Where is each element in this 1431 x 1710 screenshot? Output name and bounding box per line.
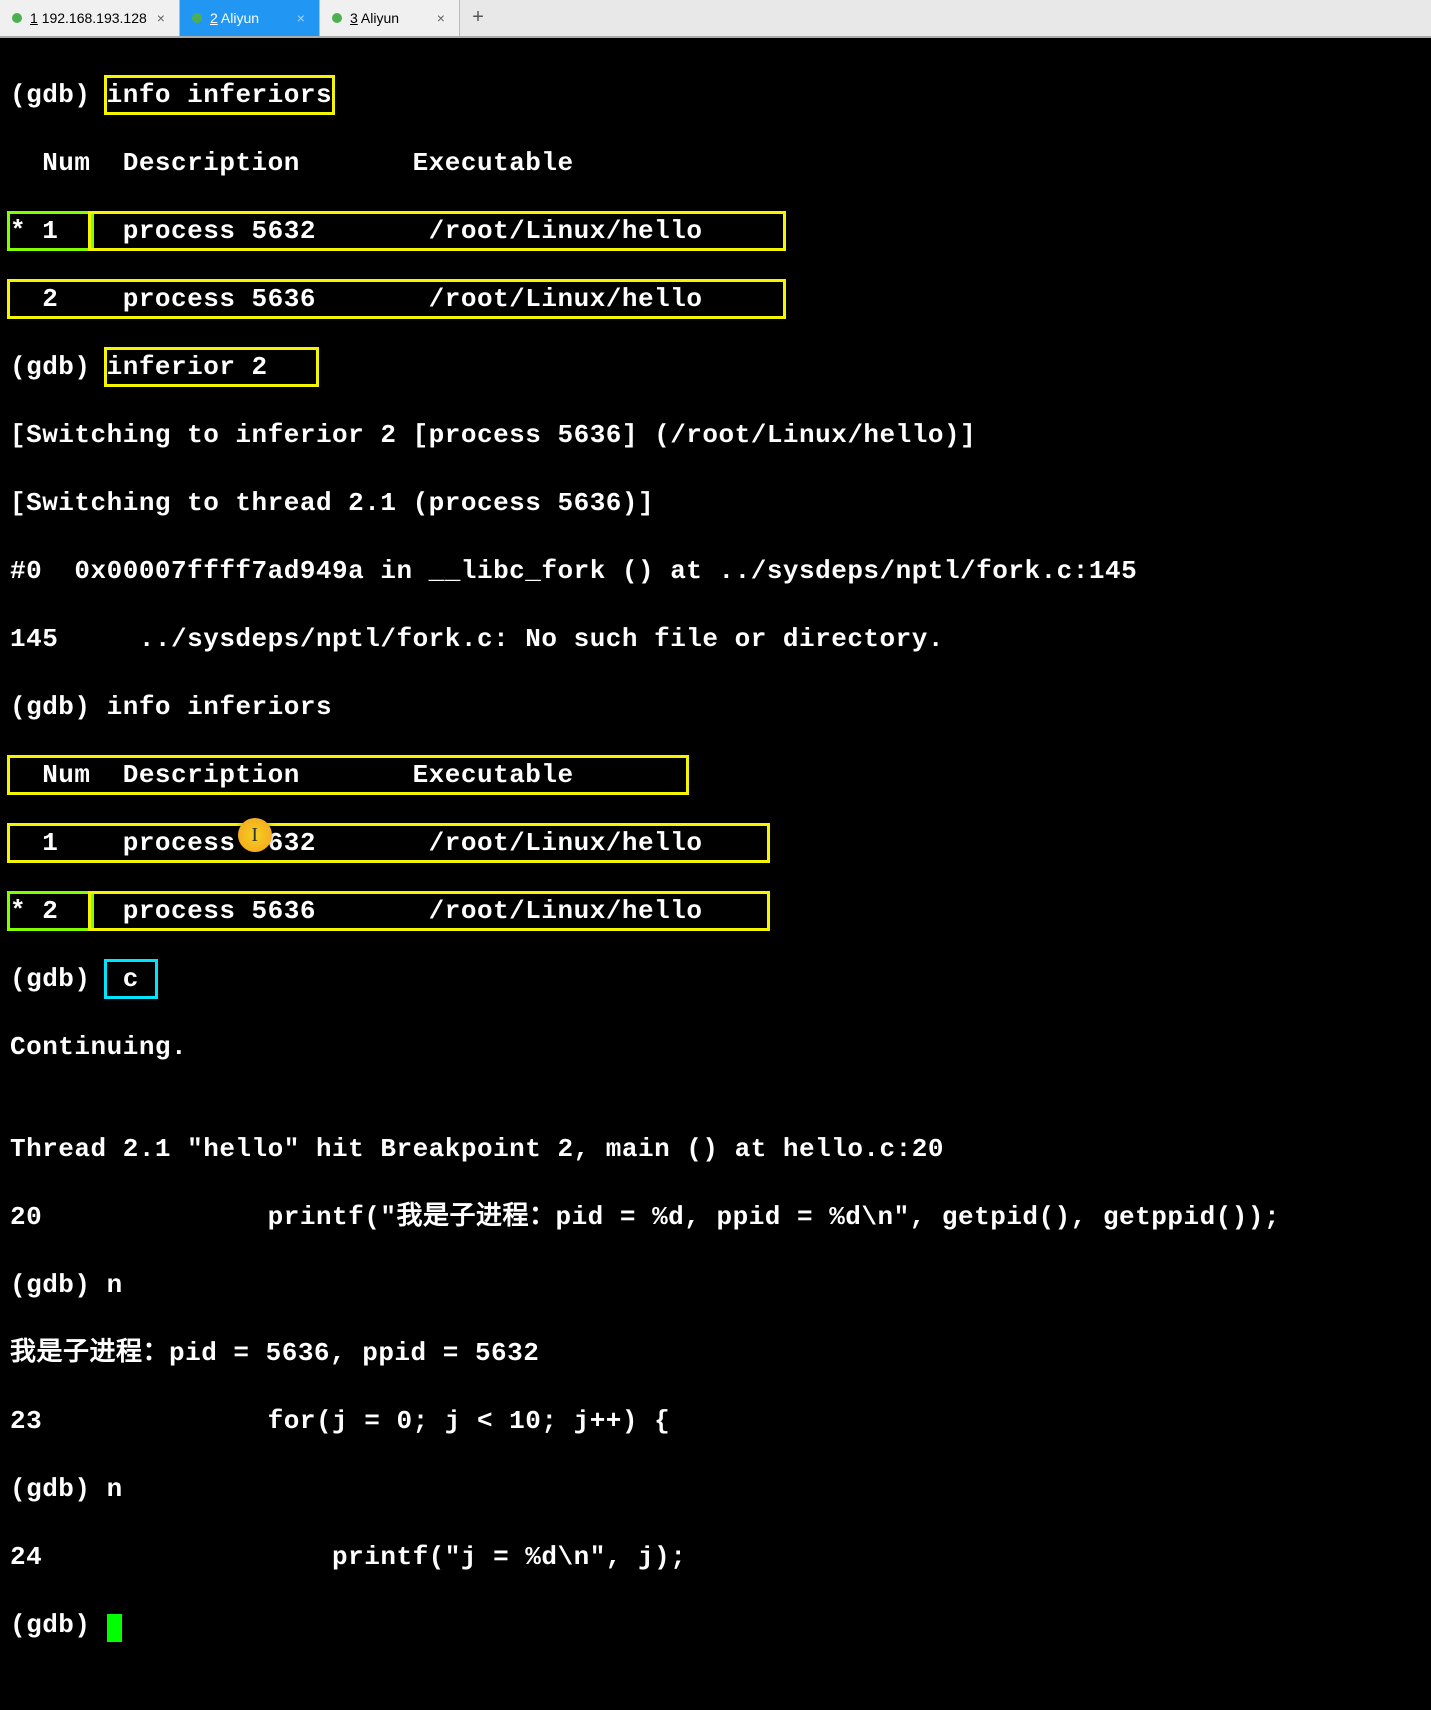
status-dot-icon: [332, 13, 342, 23]
gdb-prompt: (gdb): [10, 80, 107, 110]
tab-label: 1 192.168.193.128: [30, 10, 147, 26]
tab-bar: 1 192.168.193.128 × 2 Aliyun × 3 Aliyun …: [0, 0, 1431, 38]
inferior-row: process 5636 /root/Linux/hello: [88, 891, 770, 931]
cmd-info-inferiors: info inferiors: [107, 692, 332, 722]
cmd-info-inferiors: info inferiors: [104, 75, 335, 115]
gdb-prompt: (gdb): [10, 964, 107, 994]
source-line: 23 for(j = 0; j < 10; j++) {: [10, 1404, 1421, 1438]
mouse-highlight-icon: [238, 818, 272, 852]
header-num: Num: [10, 148, 91, 178]
status-dot-icon: [12, 13, 22, 23]
gdb-prompt: (gdb): [10, 1270, 107, 1300]
gdb-prompt: (gdb): [10, 352, 107, 382]
cmd-inferior-2: inferior 2: [104, 347, 319, 387]
output-line: Thread 2.1 "hello" hit Breakpoint 2, mai…: [10, 1132, 1421, 1166]
inferior-row: 1 process 5632 /root/Linux/hello: [7, 823, 770, 863]
tab-2[interactable]: 2 Aliyun ×: [180, 0, 320, 36]
inferiors-header: Num Description Executable: [7, 755, 689, 795]
cmd-next: n: [107, 1270, 123, 1300]
active-inferior-marker: * 2: [7, 891, 94, 931]
cmd-next: n: [107, 1474, 123, 1504]
tab-label: 2 Aliyun: [210, 10, 287, 26]
cursor-icon: [107, 1614, 122, 1642]
gdb-prompt: (gdb): [10, 1610, 107, 1640]
close-icon[interactable]: ×: [295, 10, 307, 26]
tab-3[interactable]: 3 Aliyun ×: [320, 0, 460, 36]
inferior-row: 2 process 5636 /root/Linux/hello: [7, 279, 786, 319]
tab-1[interactable]: 1 192.168.193.128 ×: [0, 0, 180, 36]
source-line: 24 printf("j = %d\n", j);: [10, 1540, 1421, 1574]
status-dot-icon: [192, 13, 202, 23]
close-icon[interactable]: ×: [435, 10, 447, 26]
output-line: 我是子进程：pid = 5636, ppid = 5632: [10, 1336, 1421, 1370]
close-icon[interactable]: ×: [155, 10, 167, 26]
output-line: #0 0x00007ffff7ad949a in __libc_fork () …: [10, 554, 1421, 588]
cmd-continue: c: [104, 959, 158, 999]
gdb-prompt: (gdb): [10, 692, 107, 722]
output-line: [Switching to inferior 2 [process 5636] …: [10, 418, 1421, 452]
active-inferior-marker: * 1: [7, 211, 94, 251]
header-exec: Executable: [300, 148, 686, 178]
source-line: 20 printf("我是子进程：pid = %d, ppid = %d\n",…: [10, 1200, 1421, 1234]
terminal[interactable]: (gdb) info inferiors Num Description Exe…: [0, 38, 1431, 888]
inferior-row: process 5632 /root/Linux/hello: [88, 211, 786, 251]
header-desc: Description: [91, 148, 300, 178]
output-line: 145 ../sysdeps/nptl/fork.c: No such file…: [10, 622, 1421, 656]
gdb-prompt: (gdb): [10, 1474, 107, 1504]
tab-label: 3 Aliyun: [350, 10, 427, 26]
output-line: [Switching to thread 2.1 (process 5636)]: [10, 486, 1421, 520]
output-line: Continuing.: [10, 1030, 1421, 1064]
new-tab-button[interactable]: +: [460, 0, 496, 36]
